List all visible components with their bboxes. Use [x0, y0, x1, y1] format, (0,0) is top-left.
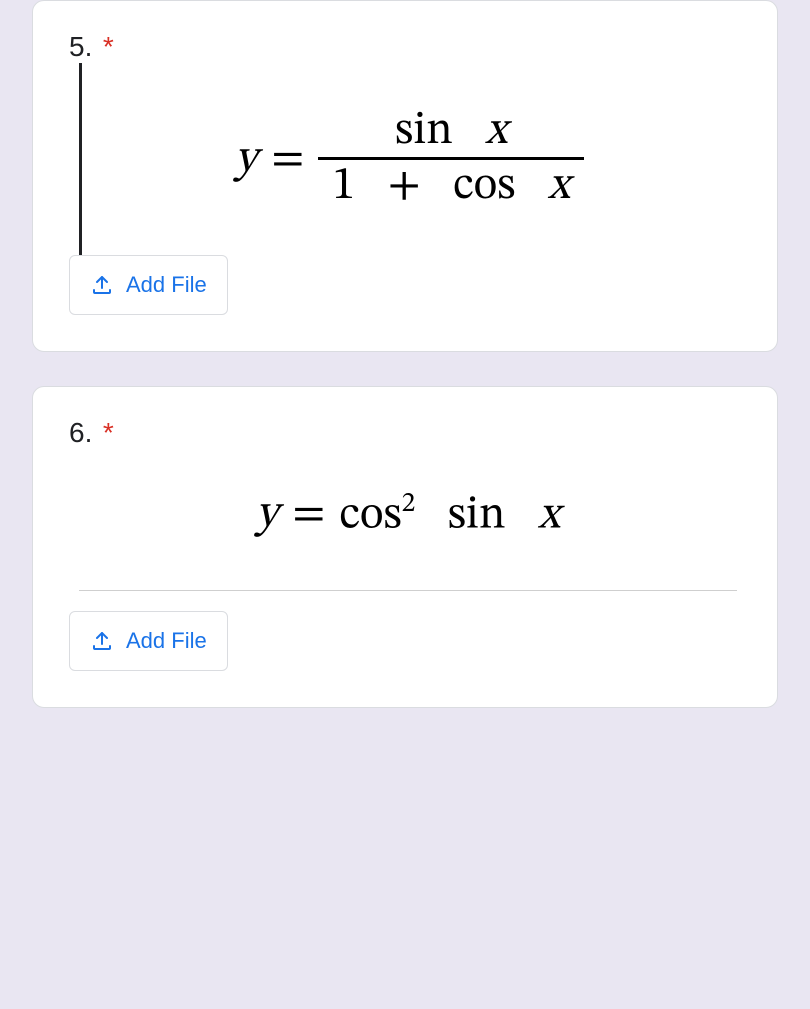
rhs: cos2 sin x — [339, 491, 560, 538]
equals-sign: = — [271, 136, 304, 182]
plus: + — [388, 163, 421, 209]
question-number: 5. — [69, 31, 92, 62]
sin-fn: sin — [395, 108, 453, 154]
equation: y = cos2 sin x — [256, 491, 560, 538]
add-file-button[interactable]: Add File — [69, 611, 228, 671]
equation-display: y = sin x 1 + cos x — [79, 63, 737, 255]
question-number: 6. — [69, 417, 92, 448]
denominator-var: x — [548, 163, 570, 209]
sin-fn: sin — [448, 492, 506, 538]
question-card-6: 6. * y = cos2 sin x Add File — [32, 386, 778, 708]
superscript-2: 2 — [402, 490, 416, 518]
question-header: 5. * — [69, 31, 747, 63]
upload-icon — [90, 273, 114, 297]
equation-display: y = cos2 sin x — [69, 449, 747, 580]
add-file-label: Add File — [126, 272, 207, 298]
question-card-5: 5. * y = sin x 1 + cos x — [32, 0, 778, 352]
equation: y = sin x 1 + cos x — [235, 105, 584, 213]
cos-fn: cos — [453, 163, 515, 209]
numerator: sin x — [381, 105, 521, 157]
numerator-var: x — [485, 108, 507, 154]
cos-fn: cos — [339, 492, 401, 538]
required-indicator: * — [103, 417, 114, 448]
add-file-label: Add File — [126, 628, 207, 654]
one: 1 — [332, 163, 355, 209]
required-indicator: * — [103, 31, 114, 62]
add-file-button[interactable]: Add File — [69, 255, 228, 315]
variable-y: y — [256, 491, 278, 537]
equals-sign: = — [292, 491, 325, 537]
denominator: 1 + cos x — [318, 157, 584, 212]
divider — [79, 590, 737, 591]
question-header: 6. * — [69, 417, 747, 449]
variable-x: x — [538, 492, 560, 538]
upload-icon — [90, 629, 114, 653]
fraction: sin x 1 + cos x — [318, 105, 584, 213]
variable-y: y — [235, 136, 257, 182]
